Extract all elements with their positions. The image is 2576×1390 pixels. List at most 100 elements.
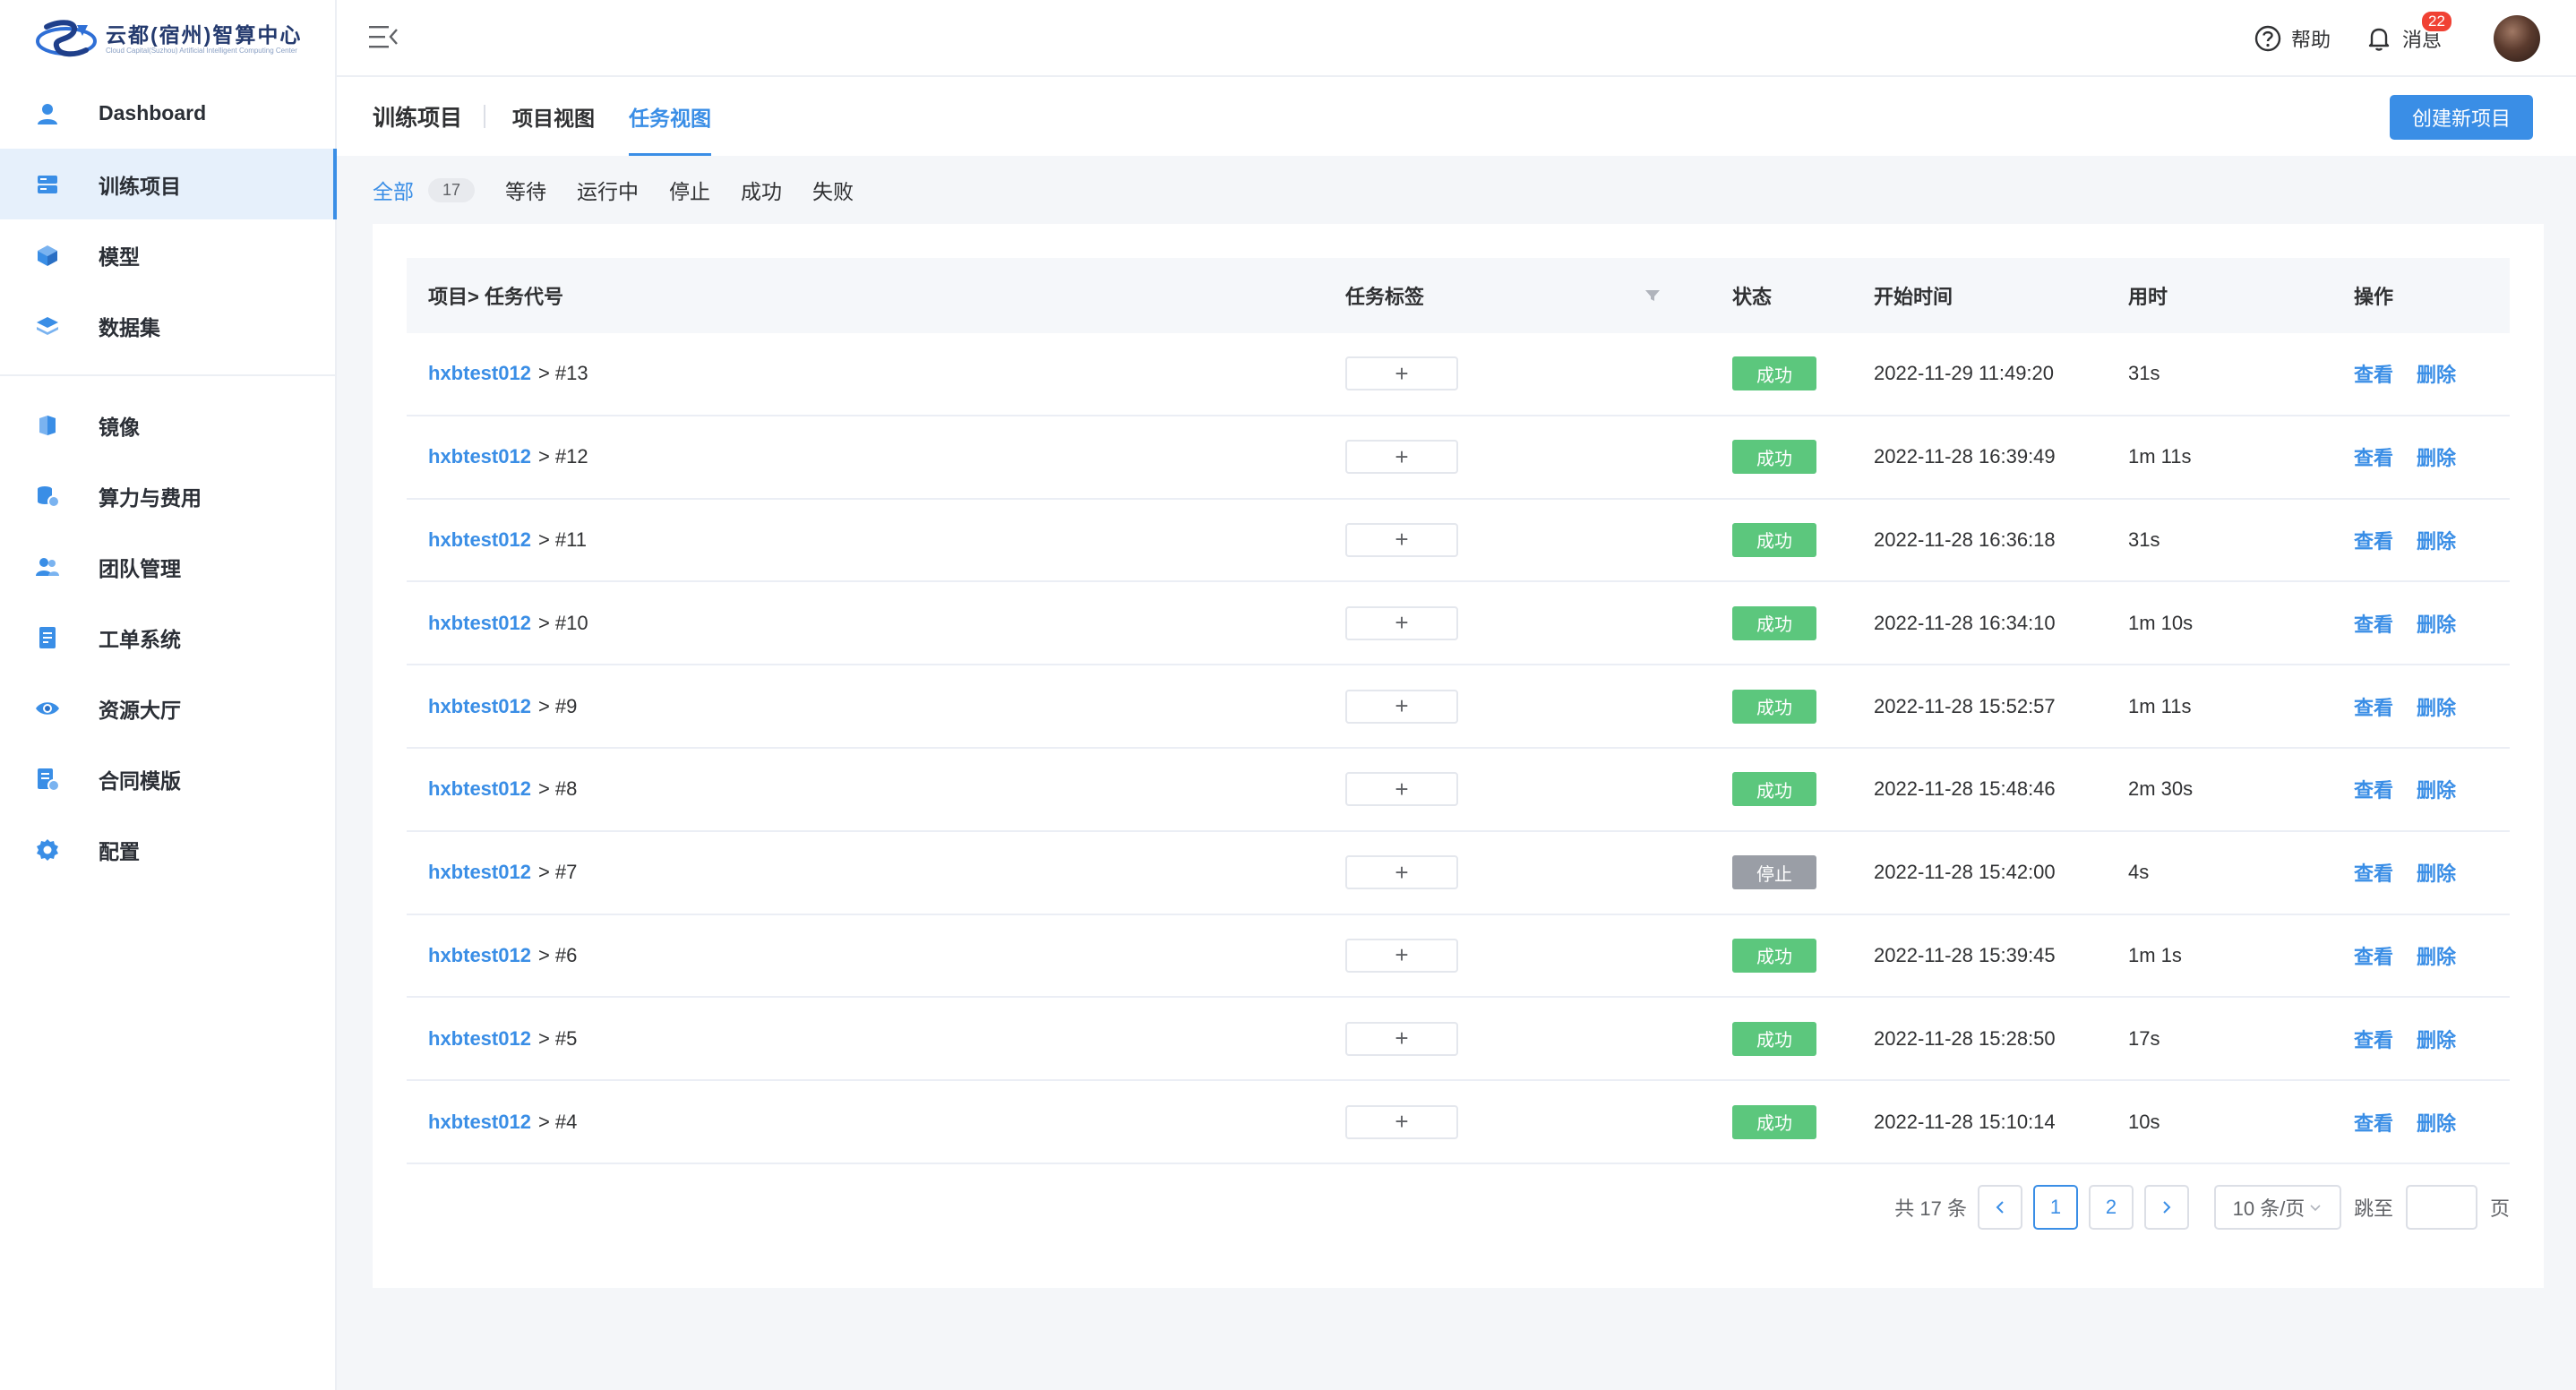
create-project-button[interactable]: 创建新项目 (2390, 95, 2533, 140)
messages-link[interactable]: 消息 22 (2365, 10, 2453, 53)
start-time-cell: 2022-11-28 15:28:50 (1874, 1026, 2056, 1050)
start-time-cell: 2022-11-28 16:36:18 (1874, 528, 2056, 551)
project-link[interactable]: hxbtest012 (428, 861, 531, 884)
tag-cell: + (1345, 915, 1458, 997)
delete-button[interactable]: 删除 (2417, 1025, 2456, 1053)
table-row: hxbtest012 > #10 + 成功 2022-11-28 16:34:10 1m … (407, 582, 2510, 666)
view-button[interactable]: 查看 (2354, 941, 2393, 970)
page-2-button[interactable]: 2 (2088, 1185, 2134, 1230)
project-link[interactable]: hxbtest012 (428, 362, 531, 385)
delete-button[interactable]: 删除 (2417, 858, 2456, 887)
add-tag-button[interactable]: + (1345, 522, 1458, 557)
help-link[interactable]: 帮助 (2254, 24, 2331, 53)
project-link[interactable]: hxbtest012 (428, 777, 531, 801)
view-button[interactable]: 查看 (2354, 609, 2393, 638)
add-tag-button[interactable]: + (1345, 1021, 1458, 1056)
actions-cell: 查看 删除 (2354, 998, 2479, 1079)
next-page-button[interactable] (2143, 1185, 2189, 1230)
sidebar-item-resource-hall[interactable]: 资源大厅 (0, 673, 337, 743)
delete-button[interactable]: 删除 (2417, 359, 2456, 388)
sidebar-item-label: 配置 (99, 839, 140, 863)
sidebar-item-settings[interactable]: 配置 (0, 814, 337, 885)
filter-all-label: 全部 (373, 180, 414, 203)
ticket-icon (34, 624, 61, 651)
page-1-button[interactable]: 1 (2032, 1185, 2078, 1230)
delete-button[interactable]: 删除 (2417, 442, 2456, 471)
view-button[interactable]: 查看 (2354, 1108, 2393, 1137)
view-button[interactable]: 查看 (2354, 775, 2393, 803)
project-link[interactable]: hxbtest012 (428, 528, 531, 552)
project-link[interactable]: hxbtest012 (428, 695, 531, 718)
table-body: hxbtest012 > #13 + 成功 2022-11-29 11:49:20 31s… (407, 333, 2510, 1164)
status-badge: 成功 (1732, 1021, 1816, 1056)
actions-cell: 查看 删除 (2354, 665, 2479, 747)
tag-cell: + (1345, 832, 1458, 914)
brand-logo[interactable]: 云都(宿州)智算中心 Cloud Capital(Suzhou) Artific… (34, 13, 302, 66)
add-tag-button[interactable]: + (1345, 855, 1458, 890)
sidebar-item-team[interactable]: 团队管理 (0, 531, 337, 602)
view-button[interactable]: 查看 (2354, 442, 2393, 471)
tag-filter-icon[interactable] (1644, 288, 1661, 303)
actions-cell: 查看 删除 (2354, 500, 2479, 581)
prev-page-button[interactable] (1977, 1185, 2022, 1230)
user-avatar[interactable] (2494, 15, 2540, 62)
jump-page-input[interactable] (2405, 1185, 2477, 1230)
sidebar-item-tickets[interactable]: 工单系统 (0, 602, 337, 673)
add-tag-button[interactable]: + (1345, 938, 1458, 973)
sidebar-item-images[interactable]: 镜像 (0, 390, 337, 460)
delete-button[interactable]: 删除 (2417, 775, 2456, 803)
sidebar-item-models[interactable]: 模型 (0, 219, 337, 290)
sidebar-divider (0, 374, 337, 376)
pagination: 共 17 条 1 2 10 条/页 跳至 页 (1894, 1184, 2510, 1231)
table-row: hxbtest012 > #5 + 成功 2022-11-28 15:28:50 17s 查… (407, 998, 2510, 1082)
sidebar-item-contract-template[interactable]: 合同模版 (0, 743, 337, 814)
start-time-cell: 2022-11-29 11:49:20 (1874, 362, 2055, 385)
sidebar-item-training-projects[interactable]: 训练项目 (0, 149, 337, 219)
status-cell: 成功 (1732, 333, 1816, 415)
page-subheader: 训练项目 项目视图 任务视图 创建新项目 (337, 77, 2576, 156)
add-tag-button[interactable]: + (1345, 356, 1458, 391)
tab-task-view[interactable]: 任务视图 (629, 77, 712, 156)
status-badge: 成功 (1732, 938, 1816, 973)
view-button[interactable]: 查看 (2354, 692, 2393, 721)
col-status: 状态 (1732, 286, 1773, 308)
filter-waiting[interactable]: 等待 (505, 175, 546, 205)
view-button[interactable]: 查看 (2354, 359, 2393, 388)
filter-all[interactable]: 全部 17 (373, 175, 476, 205)
add-tag-button[interactable]: + (1345, 605, 1458, 640)
view-button[interactable]: 查看 (2354, 858, 2393, 887)
delete-button[interactable]: 删除 (2417, 609, 2456, 638)
page-size-value: 10 条/页 (2232, 1197, 2306, 1220)
delete-button[interactable]: 删除 (2417, 941, 2456, 970)
sidebar-item-dashboard[interactable]: Dashboard (0, 78, 337, 149)
add-tag-button[interactable]: + (1345, 440, 1458, 475)
delete-button[interactable]: 删除 (2417, 526, 2456, 554)
project-link[interactable]: hxbtest012 (428, 1111, 531, 1134)
tab-project-view[interactable]: 项目视图 (512, 77, 595, 156)
view-button[interactable]: 查看 (2354, 526, 2393, 554)
project-link[interactable]: hxbtest012 (428, 445, 531, 468)
add-tag-button[interactable]: + (1345, 772, 1458, 807)
sidebar-item-datasets[interactable]: 数据集 (0, 290, 337, 361)
sidebar-item-compute-cost[interactable]: 算力与费用 (0, 460, 337, 531)
add-tag-button[interactable]: + (1345, 1104, 1458, 1139)
filter-failed[interactable]: 失败 (812, 175, 854, 205)
filter-stopped[interactable]: 停止 (669, 175, 710, 205)
status-cell: 成功 (1732, 1081, 1816, 1163)
menu-collapse-icon[interactable] (367, 21, 399, 52)
filter-success[interactable]: 成功 (741, 175, 782, 205)
add-tag-button[interactable]: + (1345, 689, 1458, 724)
filter-running[interactable]: 运行中 (577, 175, 639, 205)
delete-button[interactable]: 删除 (2417, 1108, 2456, 1137)
table-row: hxbtest012 > #8 + 成功 2022-11-28 15:48:46 2m 3… (407, 749, 2510, 832)
sidebar-item-label: 镜像 (99, 415, 140, 439)
page-size-select[interactable]: 10 条/页 (2213, 1185, 2341, 1230)
table-row: hxbtest012 > #7 + 停止 2022-11-28 15:42:00 4s 查看… (407, 832, 2510, 915)
delete-button[interactable]: 删除 (2417, 692, 2456, 721)
project-link[interactable]: hxbtest012 (428, 612, 531, 635)
project-link[interactable]: hxbtest012 (428, 944, 531, 967)
table-row: hxbtest012 > #11 + 成功 2022-11-28 16:36:18 31s… (407, 500, 2510, 583)
project-link[interactable]: hxbtest012 (428, 1027, 531, 1051)
view-button[interactable]: 查看 (2354, 1025, 2393, 1053)
task-cell: hxbtest012 > #9 (428, 665, 577, 747)
